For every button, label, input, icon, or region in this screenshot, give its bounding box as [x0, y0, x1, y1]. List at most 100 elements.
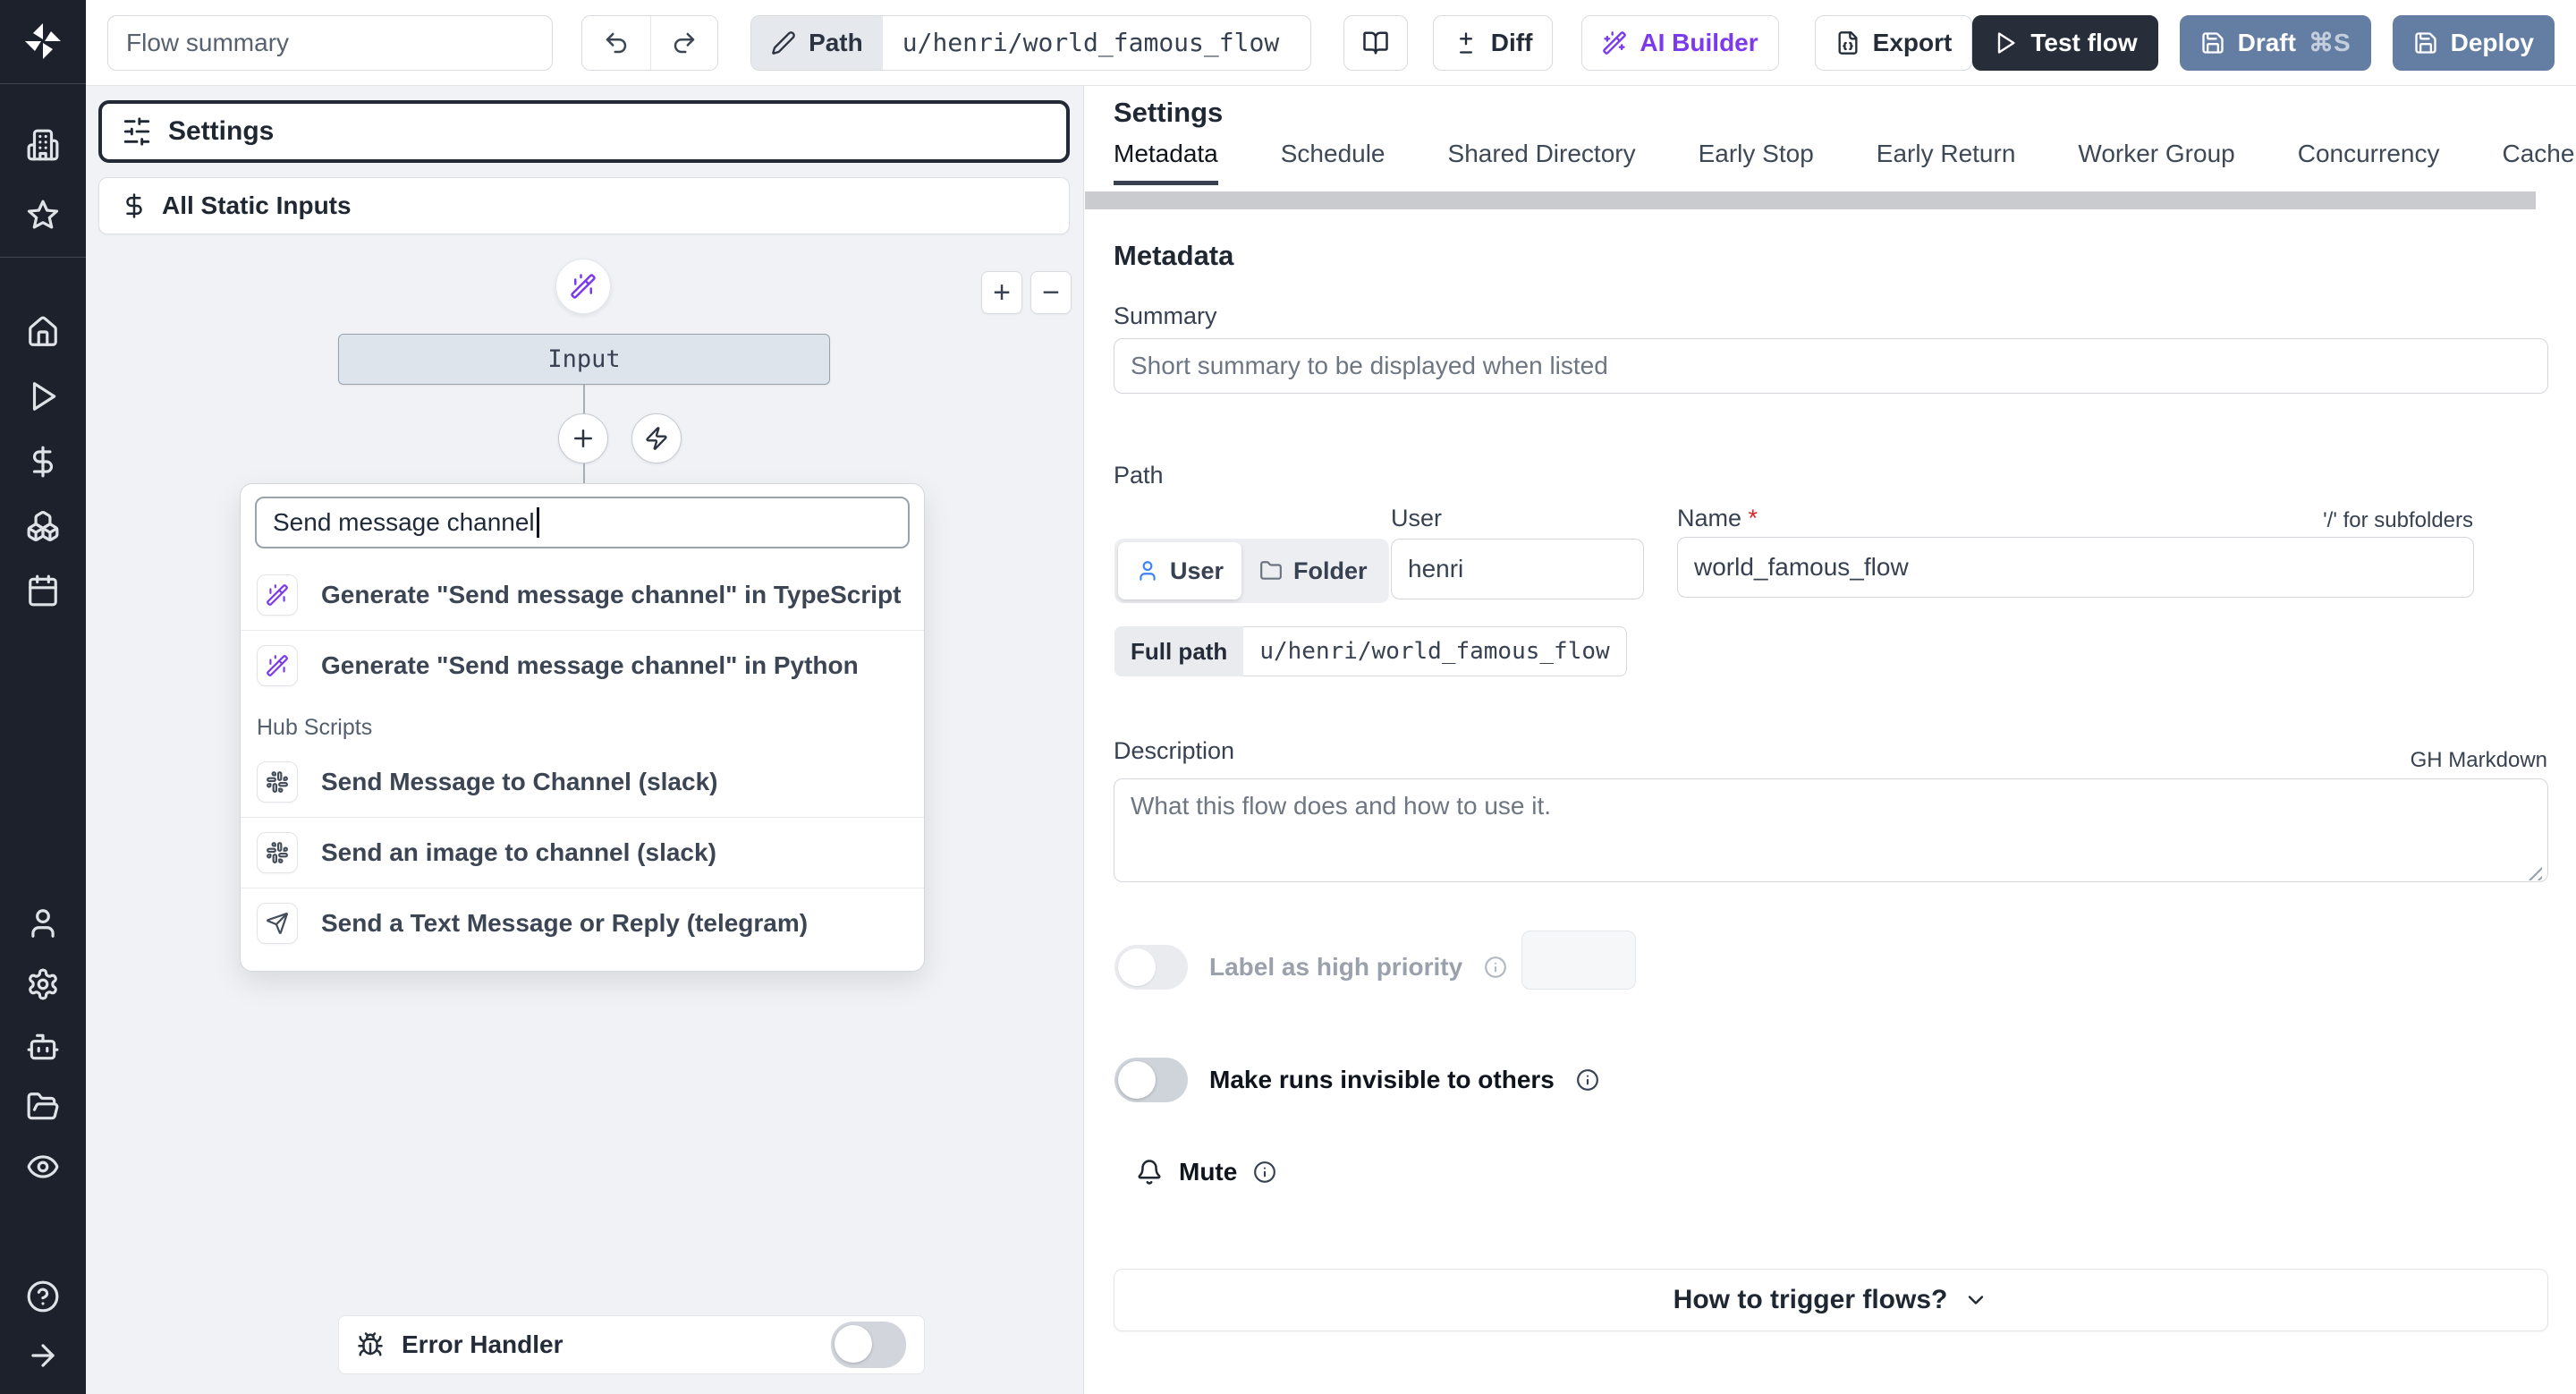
all-static-inputs-node[interactable]: All Static Inputs — [98, 177, 1070, 234]
user-icon[interactable] — [25, 905, 61, 941]
draft-button[interactable]: Draft ⌘S — [2179, 14, 2371, 71]
suggestion-label: Generate "Send message channel" in Pytho… — [321, 651, 859, 679]
error-handler-toggle[interactable] — [831, 1322, 906, 1368]
add-step-button[interactable] — [558, 413, 608, 463]
markdown-hint: GH Markdown — [2410, 748, 2547, 772]
text-caret — [536, 507, 539, 538]
test-flow-label: Test flow — [2030, 28, 2138, 56]
canvas-zoom-out-button[interactable]: − — [1030, 271, 1072, 314]
canvas-zoom-in-button[interactable]: + — [981, 271, 1022, 314]
wand-sparkles-icon — [571, 274, 596, 299]
chevron-down-icon — [1969, 1296, 1984, 1305]
export-button[interactable]: Export — [1814, 14, 1973, 71]
owner-kind-folder-option[interactable]: Folder — [1241, 542, 1385, 599]
invisible-runs-label: Make runs invisible to others — [1209, 1066, 1555, 1093]
save-icon — [2414, 31, 2436, 54]
high-priority-toggle[interactable] — [1114, 945, 1188, 990]
tab-worker-group[interactable]: Worker Group — [2078, 140, 2234, 185]
schedules-calendar-icon[interactable] — [25, 573, 61, 608]
dollar-icon — [126, 193, 142, 218]
path-user-input[interactable] — [1391, 539, 1644, 599]
logs-eye-icon[interactable] — [25, 1149, 61, 1185]
tab-early-return[interactable]: Early Return — [1877, 140, 2016, 185]
how-to-trigger-flows-button[interactable]: How to trigger flows? — [1114, 1269, 2548, 1331]
hub-item-label: Send a Text Message or Reply (telegram) — [321, 909, 809, 937]
flow-summary-input[interactable] — [107, 14, 554, 71]
summary-input[interactable] — [1114, 338, 2548, 394]
undo-button[interactable] — [582, 15, 650, 70]
windmill-logo-icon[interactable] — [21, 20, 64, 63]
variables-dollar-icon[interactable] — [25, 444, 61, 480]
full-path-row: Full path u/henri/world_famous_flow — [1114, 626, 1627, 676]
ai-flow-wand-button[interactable] — [555, 259, 611, 314]
expand-arrow-icon[interactable] — [25, 1338, 61, 1373]
tab-schedule[interactable]: Schedule — [1281, 140, 1385, 185]
export-label: Export — [1872, 28, 1953, 56]
ai-builder-button[interactable]: AI Builder — [1581, 14, 1779, 71]
info-icon[interactable] — [1253, 1160, 1276, 1184]
path-button[interactable]: Path u/henri/world_famous_flow — [750, 14, 1311, 71]
runs-play-icon[interactable] — [25, 378, 61, 414]
path-label-segment: Path — [751, 15, 883, 70]
home-icon[interactable] — [25, 314, 61, 350]
settings-gear-icon[interactable] — [25, 966, 61, 1002]
path-name-input[interactable] — [1677, 537, 2474, 598]
add-trigger-button[interactable] — [631, 413, 682, 463]
tabs-scrollbar[interactable] — [1085, 191, 2536, 209]
diff-label: Diff — [1490, 28, 1533, 56]
input-node[interactable]: Input — [338, 334, 830, 385]
info-icon[interactable] — [1484, 956, 1507, 979]
favorites-star-icon[interactable] — [25, 198, 61, 234]
slack-icon — [257, 832, 298, 873]
docs-book-button[interactable] — [1343, 14, 1408, 71]
resources-boxes-icon[interactable] — [25, 508, 61, 544]
hub-item-telegram-send-text[interactable]: Send a Text Message or Reply (telegram) — [241, 888, 924, 958]
tab-early-stop[interactable]: Early Stop — [1699, 140, 1814, 185]
deploy-button[interactable]: Deploy — [2392, 14, 2555, 71]
hub-item-slack-send-message[interactable]: Send Message to Channel (slack) — [241, 746, 924, 817]
info-icon[interactable] — [1576, 1068, 1599, 1092]
tab-shared-directory[interactable]: Shared Directory — [1448, 140, 1636, 185]
sidebar-divider — [0, 83, 86, 84]
play-icon — [1998, 31, 2015, 54]
high-priority-value-input — [1521, 931, 1636, 990]
user-column-label: User — [1391, 505, 1443, 531]
hub-item-slack-send-image[interactable]: Send an image to channel (slack) — [241, 817, 924, 888]
description-label: Description — [1114, 737, 1235, 764]
step-search-input[interactable]: Send message channel — [255, 497, 910, 548]
test-flow-button[interactable]: Test flow — [1972, 14, 2158, 71]
workers-bot-icon[interactable] — [25, 1029, 61, 1065]
flow-settings-node[interactable]: Settings — [98, 100, 1070, 163]
mute-label: Mute — [1179, 1158, 1238, 1186]
flow-edge — [583, 463, 585, 483]
suggestion-generate-python[interactable]: Generate "Send message channel" in Pytho… — [241, 630, 924, 701]
settings-tabs: Metadata Schedule Shared Directory Early… — [1114, 140, 2576, 186]
draft-shortcut: ⌘S — [2308, 29, 2351, 56]
redo-icon — [674, 32, 695, 53]
sidebar-divider — [0, 257, 86, 258]
owner-kind-folder-label: Folder — [1293, 557, 1368, 584]
tab-concurrency[interactable]: Concurrency — [2298, 140, 2440, 185]
diff-button[interactable]: Diff — [1432, 14, 1554, 71]
invisible-runs-toggle[interactable] — [1114, 1058, 1188, 1102]
metadata-heading: Metadata — [1114, 240, 1234, 271]
owner-kind-user-option[interactable]: User — [1118, 542, 1242, 599]
error-handler-node[interactable]: Error Handler — [338, 1315, 925, 1374]
wand-sparkles-icon — [257, 574, 298, 616]
error-handler-label: Error Handler — [402, 1330, 564, 1358]
path-section-label: Path — [1114, 462, 1164, 489]
description-textarea[interactable] — [1114, 778, 2548, 882]
help-icon[interactable] — [25, 1279, 61, 1314]
bell-icon — [1138, 1160, 1161, 1185]
hub-item-label: Send an image to channel (slack) — [321, 838, 716, 866]
folders-icon[interactable] — [25, 1089, 61, 1125]
high-priority-label: Label as high priority — [1209, 953, 1463, 981]
subfolder-hint: '/' for subfolders — [2323, 508, 2473, 532]
tab-cache[interactable]: Cache — [2502, 140, 2574, 185]
owner-kind-segmented-control: User Folder — [1114, 539, 1389, 603]
tab-metadata[interactable]: Metadata — [1114, 140, 1218, 185]
full-path-label: Full path — [1114, 626, 1244, 676]
redo-button[interactable] — [649, 15, 718, 70]
workspace-icon[interactable] — [25, 127, 61, 163]
suggestion-generate-typescript[interactable]: Generate "Send message channel" in TypeS… — [241, 559, 924, 630]
